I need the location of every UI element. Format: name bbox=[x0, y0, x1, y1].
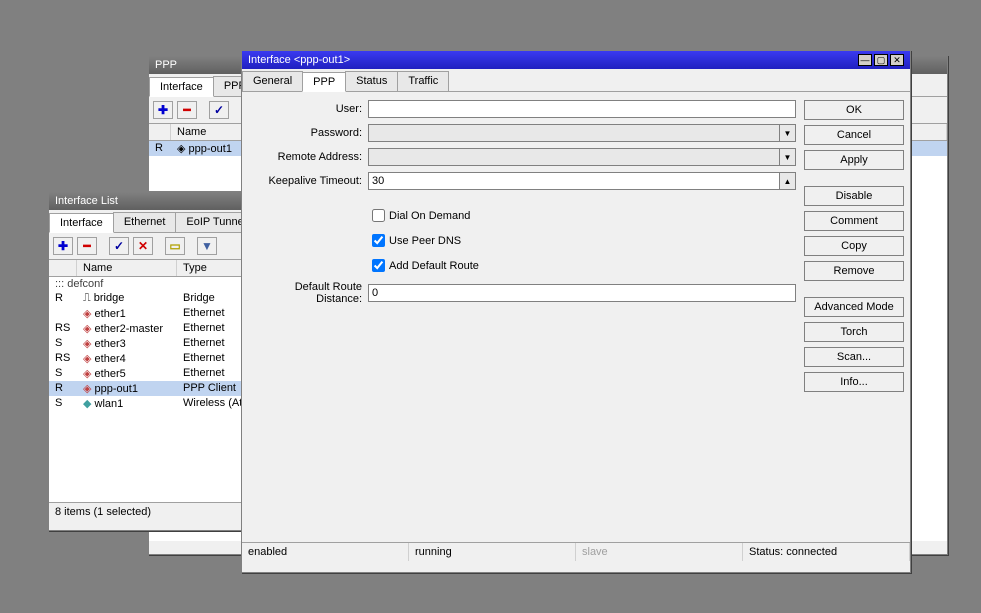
tab-ethernet[interactable]: Ethernet bbox=[113, 212, 177, 232]
remove-button[interactable]: Remove bbox=[804, 261, 904, 281]
password-input[interactable] bbox=[368, 124, 780, 142]
tab-general[interactable]: General bbox=[242, 71, 303, 91]
status-slave: slave bbox=[576, 543, 743, 561]
keepalive-input[interactable] bbox=[368, 172, 780, 190]
add-default-route-checkbox[interactable] bbox=[372, 259, 385, 272]
copy-button[interactable]: Copy bbox=[804, 236, 904, 256]
iflist-title: Interface List bbox=[55, 195, 118, 207]
disable-button[interactable]: ✕ bbox=[133, 237, 153, 255]
user-input[interactable] bbox=[368, 100, 796, 118]
col-name[interactable]: Name bbox=[77, 260, 177, 276]
info-button[interactable]: Info... bbox=[804, 372, 904, 392]
dns-label: Use Peer DNS bbox=[389, 235, 461, 247]
enable-button[interactable]: ✓ bbox=[109, 237, 129, 255]
cancel-button[interactable]: Cancel bbox=[804, 125, 904, 145]
status-enabled: enabled bbox=[242, 543, 409, 561]
remote-addr-input[interactable] bbox=[368, 148, 780, 166]
remote-addr-label: Remote Address: bbox=[248, 151, 368, 163]
torch-button[interactable]: Torch bbox=[804, 322, 904, 342]
iface-title: Interface <ppp-out1> bbox=[248, 54, 350, 66]
distance-label: Default Route Distance: bbox=[248, 281, 368, 305]
iface-titlebar[interactable]: Interface <ppp-out1> — ▢ ✕ bbox=[242, 51, 910, 69]
status-connected: Status: connected bbox=[743, 543, 910, 561]
status-running: running bbox=[409, 543, 576, 561]
distance-input[interactable] bbox=[368, 284, 796, 302]
tab-traffic[interactable]: Traffic bbox=[397, 71, 449, 91]
enable-button[interactable]: ✓ bbox=[209, 101, 229, 119]
ppp-title: PPP bbox=[155, 59, 177, 71]
ether-icon: ◈ bbox=[83, 308, 91, 320]
close-icon[interactable]: ✕ bbox=[890, 54, 904, 66]
maximize-icon[interactable]: ▢ bbox=[874, 54, 888, 66]
user-label: User: bbox=[248, 103, 368, 115]
keepalive-label: Keepalive Timeout: bbox=[248, 175, 368, 187]
form-area: User: Password: ▼ Remote Address: ▼ Keep… bbox=[248, 100, 796, 534]
keepalive-spin-icon[interactable]: ▲ bbox=[780, 172, 796, 190]
ether-icon: ◈ bbox=[83, 323, 91, 335]
interface-dialog: Interface <ppp-out1> — ▢ ✕ General PPP S… bbox=[241, 50, 911, 573]
ether-icon: ◈ bbox=[83, 353, 91, 365]
password-label: Password: bbox=[248, 127, 368, 139]
use-peer-dns-checkbox[interactable] bbox=[372, 234, 385, 247]
add-button[interactable]: ✚ bbox=[53, 237, 73, 255]
tab-ppp[interactable]: PPP bbox=[302, 72, 346, 92]
disable-button[interactable]: Disable bbox=[804, 186, 904, 206]
tab-status[interactable]: Status bbox=[345, 71, 398, 91]
route-label: Add Default Route bbox=[389, 260, 479, 272]
iface-tabs: General PPP Status Traffic bbox=[242, 69, 910, 92]
advanced-mode-button[interactable]: Advanced Mode bbox=[804, 297, 904, 317]
dial-on-demand-checkbox[interactable] bbox=[372, 209, 385, 222]
apply-button[interactable]: Apply bbox=[804, 150, 904, 170]
ether-icon: ◈ bbox=[83, 368, 91, 380]
password-dropdown-icon[interactable]: ▼ bbox=[780, 124, 796, 142]
wlan-icon: ◆ bbox=[83, 398, 91, 410]
comment-button[interactable]: ▭ bbox=[165, 237, 185, 255]
filter-button[interactable]: ▼ bbox=[197, 237, 217, 255]
tab-interface[interactable]: Interface bbox=[149, 77, 214, 97]
button-column: OK Cancel Apply Disable Comment Copy Rem… bbox=[804, 100, 904, 534]
remote-addr-dropdown-icon[interactable]: ▼ bbox=[780, 148, 796, 166]
remove-button[interactable]: ━ bbox=[77, 237, 97, 255]
comment-button[interactable]: Comment bbox=[804, 211, 904, 231]
tab-interface[interactable]: Interface bbox=[49, 213, 114, 233]
dial-label: Dial On Demand bbox=[389, 210, 470, 222]
scan-button[interactable]: Scan... bbox=[804, 347, 904, 367]
minimize-icon[interactable]: — bbox=[858, 54, 872, 66]
ppp-icon: ◈ bbox=[83, 383, 91, 395]
ok-button[interactable]: OK bbox=[804, 100, 904, 120]
bridge-icon: ⎍ bbox=[83, 292, 91, 304]
remove-button[interactable]: ━ bbox=[177, 101, 197, 119]
add-button[interactable]: ✚ bbox=[153, 101, 173, 119]
ppp-icon: ◈ bbox=[177, 143, 185, 155]
iface-status-strip: enabled running slave Status: connected bbox=[242, 542, 910, 561]
ether-icon: ◈ bbox=[83, 338, 91, 350]
